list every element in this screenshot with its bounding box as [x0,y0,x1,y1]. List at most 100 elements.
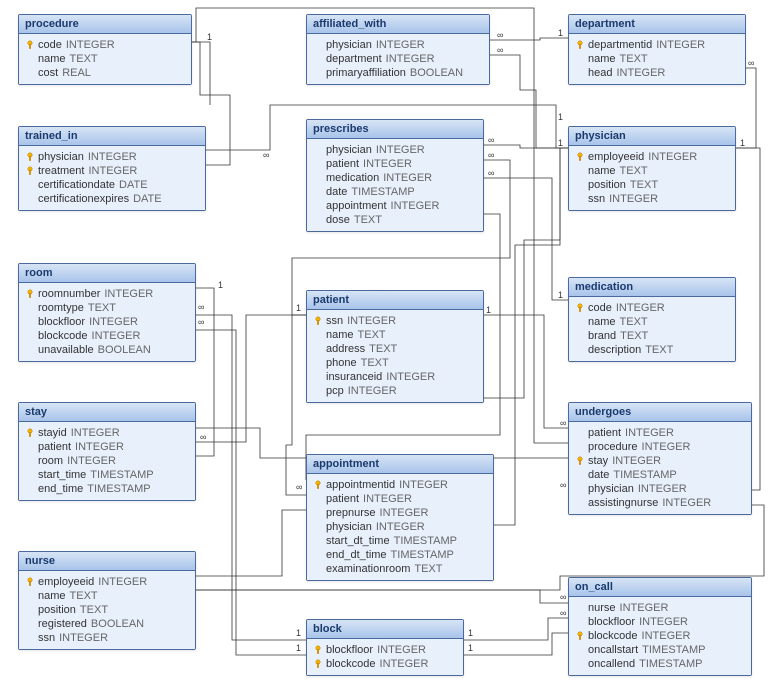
table-header[interactable]: room [19,264,195,283]
column-medication[interactable]: medicationINTEGER [313,171,477,185]
table-room[interactable]: room roomnumberINTEGERroomtypeTEXTblockfl… [18,263,196,362]
table-header[interactable]: affiliated_with [307,15,489,34]
column-brand[interactable]: brandTEXT [575,329,729,343]
column-name[interactable]: nameTEXT [313,328,477,342]
column-blockfloor[interactable]: blockfloorINTEGER [25,315,189,329]
column-certificationexpires[interactable]: certificationexpiresDATE [25,192,199,206]
table-body: blockfloorINTEGERblockcodeINTEGER [307,639,463,675]
table-header[interactable]: trained_in [19,127,205,146]
table-physician[interactable]: physician employeeidINTEGERnameTEXTpositi… [568,126,736,211]
table-trained_in[interactable]: trained_in physicianINTEGERtreatmentINTEG… [18,126,206,211]
column-employeeid[interactable]: employeeidINTEGER [575,150,729,164]
column-physician[interactable]: physicianINTEGER [313,520,487,534]
table-prescribes[interactable]: prescribes physicianINTEGERpatientINTEGER… [306,119,484,232]
column-date[interactable]: dateTIMESTAMP [575,468,745,482]
column-roomtype[interactable]: roomtypeTEXT [25,301,189,315]
column-end_time[interactable]: end_timeTIMESTAMP [25,482,189,496]
column-phone[interactable]: phoneTEXT [313,356,477,370]
column-start_dt_time[interactable]: start_dt_timeTIMESTAMP [313,534,487,548]
table-undergoes[interactable]: undergoes patientINTEGERprocedureINTEGERs… [568,402,752,515]
column-employeeid[interactable]: employeeidINTEGER [25,575,189,589]
column-primaryaffiliation[interactable]: primaryaffiliationBOOLEAN [313,66,483,80]
column-blockcode[interactable]: blockcodeINTEGER [313,657,457,671]
column-blockcode[interactable]: blockcodeINTEGER [25,329,189,343]
table-header[interactable]: prescribes [307,120,483,139]
table-stay[interactable]: stay stayidINTEGERpatientINTEGERroomINTEG… [18,402,196,501]
column-physician[interactable]: physicianINTEGER [313,38,483,52]
table-header[interactable]: nurse [19,552,195,571]
column-patient[interactable]: patientINTEGER [575,426,745,440]
column-pcp[interactable]: pcpINTEGER [313,384,477,398]
column-start_time[interactable]: start_timeTIMESTAMP [25,468,189,482]
column-nurse[interactable]: nurseINTEGER [575,601,745,615]
table-affiliated_with[interactable]: affiliated_with physicianINTEGERdepartmen… [306,14,490,85]
table-block[interactable]: blockblockfloorINTEGERblockcodeINTEGER [306,619,464,676]
column-stayid[interactable]: stayidINTEGER [25,426,189,440]
column-name[interactable]: nameTEXT [575,315,729,329]
column-oncallend[interactable]: oncallendTIMESTAMP [575,657,745,671]
column-treatment[interactable]: treatmentINTEGER [25,164,199,178]
table-header[interactable]: department [569,15,745,34]
table-header[interactable]: appointment [307,455,493,474]
column-prepnurse[interactable]: prepnurseINTEGER [313,506,487,520]
column-patient[interactable]: patientINTEGER [313,157,477,171]
table-header[interactable]: on_call [569,578,751,597]
table-header[interactable]: block [307,620,463,639]
column-name[interactable]: nameTEXT [575,52,739,66]
column-department[interactable]: departmentINTEGER [313,52,483,66]
column-dose[interactable]: doseTEXT [313,213,477,227]
table-header[interactable]: procedure [19,15,191,34]
column-code[interactable]: codeINTEGER [25,38,185,52]
column-cost[interactable]: costREAL [25,66,185,80]
column-address[interactable]: addressTEXT [313,342,477,356]
column-departmentid[interactable]: departmentidINTEGER [575,38,739,52]
column-physician[interactable]: physicianINTEGER [575,482,745,496]
column-procedure[interactable]: procedureINTEGER [575,440,745,454]
column-assistingnurse[interactable]: assistingnurseINTEGER [575,496,745,510]
column-insuranceid[interactable]: insuranceidINTEGER [313,370,477,384]
column-stay[interactable]: stayINTEGER [575,454,745,468]
column-unavailable[interactable]: unavailableBOOLEAN [25,343,189,357]
column-head[interactable]: headINTEGER [575,66,739,80]
column-blockfloor[interactable]: blockfloorINTEGER [313,643,457,657]
column-physician[interactable]: physicianINTEGER [25,150,199,164]
table-header[interactable]: undergoes [569,403,751,422]
column-certificationdate[interactable]: certificationdateDATE [25,178,199,192]
table-patient[interactable]: patient ssnINTEGERnameTEXTaddressTEXTphon… [306,290,484,403]
column-patient[interactable]: patientINTEGER [313,492,487,506]
column-code[interactable]: codeINTEGER [575,301,729,315]
column-ssn[interactable]: ssnINTEGER [575,192,729,206]
column-registered[interactable]: registeredBOOLEAN [25,617,189,631]
column-blockcode[interactable]: blockcodeINTEGER [575,629,745,643]
column-end_dt_time[interactable]: end_dt_timeTIMESTAMP [313,548,487,562]
table-medication[interactable]: medication codeINTEGERnameTEXTbrandTEXTde… [568,277,736,362]
table-header[interactable]: stay [19,403,195,422]
column-appointment[interactable]: appointmentINTEGER [313,199,477,213]
column-blockfloor[interactable]: blockfloorINTEGER [575,615,745,629]
table-nurse[interactable]: nurse employeeidINTEGERnameTEXTpositionTE… [18,551,196,650]
column-date[interactable]: dateTIMESTAMP [313,185,477,199]
column-examinationroom[interactable]: examinationroomTEXT [313,562,487,576]
column-ssn[interactable]: ssnINTEGER [313,314,477,328]
column-room[interactable]: roomINTEGER [25,454,189,468]
column-type: INTEGER [88,165,137,177]
table-header[interactable]: patient [307,291,483,310]
column-name[interactable]: nameTEXT [575,164,729,178]
column-roomnumber[interactable]: roomnumberINTEGER [25,287,189,301]
column-name[interactable]: nameTEXT [25,589,189,603]
column-ssn[interactable]: ssnINTEGER [25,631,189,645]
column-appointmentid[interactable]: appointmentidINTEGER [313,478,487,492]
table-on_call[interactable]: on_call nurseINTEGERblockfloorINTEGERbloc… [568,577,752,676]
column-name[interactable]: nameTEXT [25,52,185,66]
table-header[interactable]: physician [569,127,735,146]
column-position[interactable]: positionTEXT [25,603,189,617]
column-description[interactable]: descriptionTEXT [575,343,729,357]
table-department[interactable]: department departmentidINTEGERnameTEXThea… [568,14,746,85]
column-patient[interactable]: patientINTEGER [25,440,189,454]
table-procedure[interactable]: procedure codeINTEGERnameTEXTcostREAL [18,14,192,85]
table-appointment[interactable]: appointment appointmentidINTEGERpatientIN… [306,454,494,581]
column-oncallstart[interactable]: oncallstartTIMESTAMP [575,643,745,657]
table-header[interactable]: medication [569,278,735,297]
column-position[interactable]: positionTEXT [575,178,729,192]
column-physician[interactable]: physicianINTEGER [313,143,477,157]
